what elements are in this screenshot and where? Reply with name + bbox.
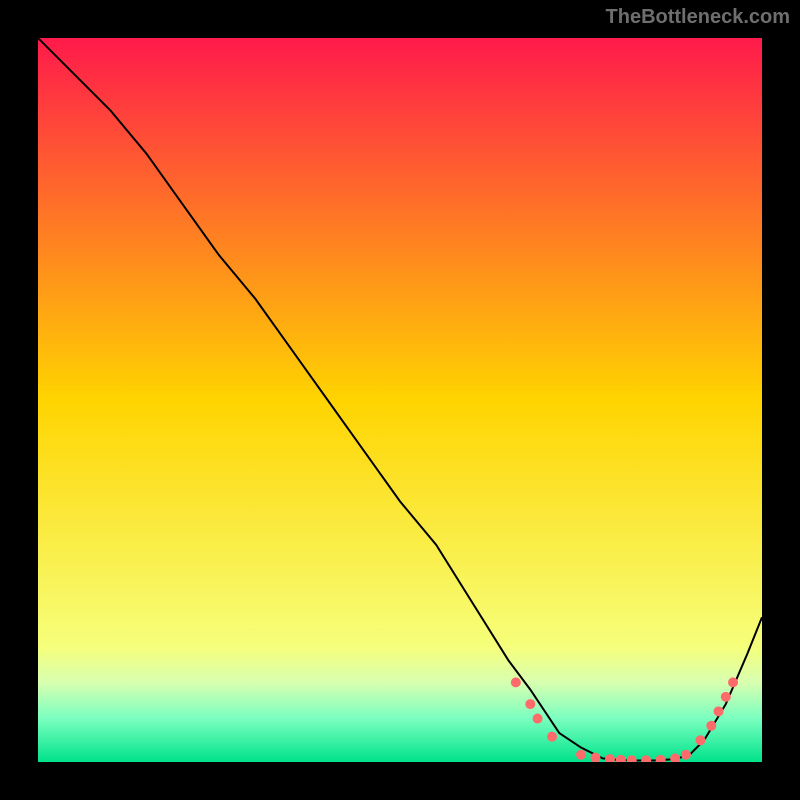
- data-point: [728, 677, 738, 687]
- chart-svg: [38, 38, 762, 762]
- data-point: [721, 692, 731, 702]
- data-point: [547, 732, 557, 742]
- chart-background: [38, 38, 762, 762]
- data-point: [714, 706, 724, 716]
- chart-container: TheBottleneck.com: [0, 0, 800, 800]
- watermark-text: TheBottleneck.com: [606, 6, 790, 29]
- data-point: [706, 721, 716, 731]
- data-point: [576, 750, 586, 760]
- data-point: [511, 677, 521, 687]
- plot-area: [38, 38, 762, 762]
- data-point: [533, 714, 543, 724]
- data-point: [681, 750, 691, 760]
- data-point: [695, 735, 705, 745]
- data-point: [525, 699, 535, 709]
